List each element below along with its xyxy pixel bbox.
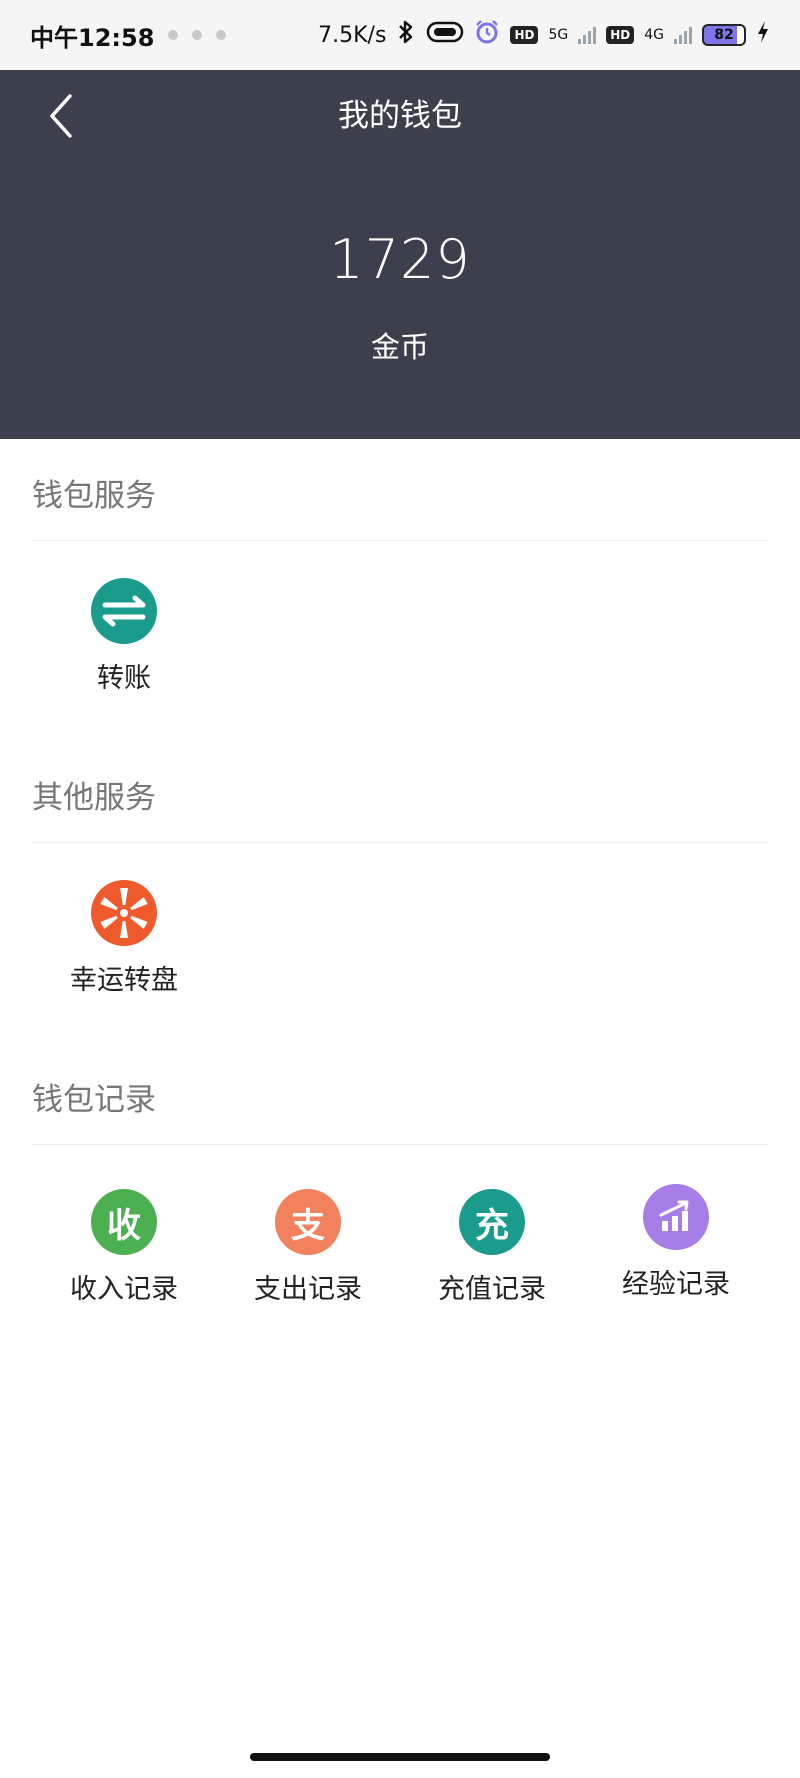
charging-icon [756,20,770,50]
experience-chart-icon [643,1184,709,1250]
network-speed: 7.5K/s [318,22,387,48]
recharge-records-label: 充值记录 [438,1274,546,1305]
expense-icon: 支 [275,1189,341,1255]
experience-records-button[interactable]: 经验记录 [591,1184,761,1301]
status-time: 中午12:58 [30,23,155,52]
signal-icon [578,26,597,44]
income-glyph: 收 [107,1205,141,1246]
expense-records-label: 支出记录 [254,1274,362,1305]
divider [32,842,768,843]
network-type-label: 4G [644,27,664,43]
income-records-button[interactable]: 收 收入记录 [39,1189,209,1306]
network-type-label: 5G [548,27,569,43]
home-indicator[interactable] [250,1753,550,1761]
experience-records-label: 经验记录 [622,1269,730,1300]
nfc-icon [426,20,464,50]
recharge-icon: 充 [459,1189,525,1255]
section-title: 钱包记录 [32,1082,156,1118]
recharge-glyph: 充 [475,1205,509,1246]
coin-unit-label: 金币 [370,330,429,364]
hd-badge: HD [606,26,635,44]
battery-level: 82 [714,27,734,43]
lucky-wheel-label: 幸运转盘 [70,965,178,996]
transfer-label: 转账 [97,663,151,694]
page-title: 我的钱包 [338,98,462,134]
expense-glyph: 支 [291,1205,325,1246]
battery-indicator: 82 [702,24,746,46]
income-records-label: 收入记录 [70,1274,178,1305]
bluetooth-icon [396,19,416,51]
divider [32,540,768,541]
divider [32,1144,768,1145]
signal-icon [674,26,692,44]
income-icon: 收 [91,1189,157,1255]
recharge-records-button[interactable]: 充 充值记录 [407,1189,577,1306]
hd-badge: HD [510,26,539,44]
lucky-wheel-button[interactable]: 幸运转盘 [39,880,209,997]
section-title: 其他服务 [32,780,156,816]
transfer-button[interactable]: 转账 [39,578,209,695]
notification-dot-icon [216,30,227,40]
transfer-icon [91,578,157,644]
wallet-header: 我的钱包 1729 金币 [0,70,800,439]
notification-dot-icon [168,30,179,40]
lucky-wheel-icon [91,880,157,946]
notification-dot-icon [192,30,203,40]
coin-balance: 1729 [329,228,471,291]
alarm-icon [474,19,500,51]
section-title: 钱包服务 [32,478,156,514]
expense-records-button[interactable]: 支 支出记录 [223,1189,393,1306]
status-bar: 中午12:58 7.5K/s HD 5G HD 4G 82 [0,0,800,70]
